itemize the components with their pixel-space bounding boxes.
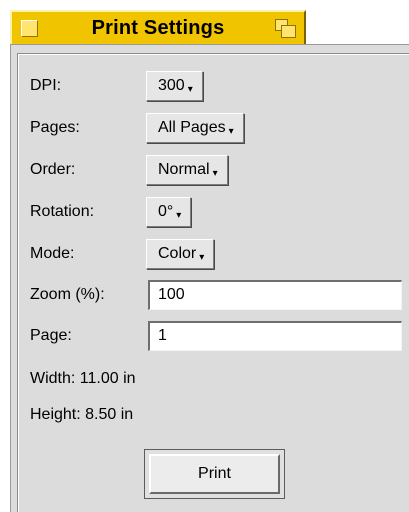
order-label: Order:	[30, 161, 76, 178]
mode-value: Color	[158, 245, 197, 262]
pages-menu[interactable]: All Pages ▾	[146, 113, 244, 143]
dpi-menu[interactable]: 300 ▾	[146, 71, 203, 101]
zoom-input[interactable]: 100	[148, 280, 402, 310]
rotation-value: 0°	[158, 203, 174, 220]
chevron-down-icon: ▾	[228, 126, 234, 137]
settings-panel: DPI: 300 ▾ Pages: All Pages ▾ Order: Norma…	[17, 53, 409, 512]
rotation-menu[interactable]: 0° ▾	[146, 197, 192, 227]
chevron-down-icon: ▾	[187, 84, 193, 95]
title-bar[interactable]: Print Settings	[10, 10, 306, 44]
chevron-down-icon: ▾	[199, 252, 205, 263]
mode-menu[interactable]: Color ▾	[146, 239, 215, 269]
height-readout: Height: 8.50 in	[30, 406, 134, 423]
width-readout: Width: 11.00 in	[30, 370, 136, 387]
page-label: Page:	[30, 327, 72, 344]
order-value: Normal	[158, 161, 210, 178]
print-button-frame: Print	[144, 449, 285, 499]
print-settings-window: DPI: 300 ▾ Pages: All Pages ▾ Order: Norma…	[10, 44, 409, 512]
page-input[interactable]: 1	[148, 321, 402, 351]
print-button[interactable]: Print	[149, 454, 280, 494]
dpi-label: DPI:	[30, 77, 62, 94]
pages-value: All Pages	[158, 119, 226, 136]
rotation-label: Rotation:	[30, 203, 95, 220]
order-menu[interactable]: Normal ▾	[146, 155, 228, 185]
chevron-down-icon: ▾	[212, 168, 218, 179]
zoom-box-icon[interactable]	[275, 19, 296, 38]
mode-label: Mode:	[30, 245, 75, 262]
dpi-value: 300	[158, 77, 185, 94]
window-title: Print Settings	[91, 17, 225, 39]
pages-label: Pages:	[30, 119, 80, 136]
zoom-box-front-icon	[281, 25, 296, 38]
chevron-down-icon: ▾	[176, 210, 182, 221]
zoom-label: Zoom (%):	[30, 286, 105, 303]
